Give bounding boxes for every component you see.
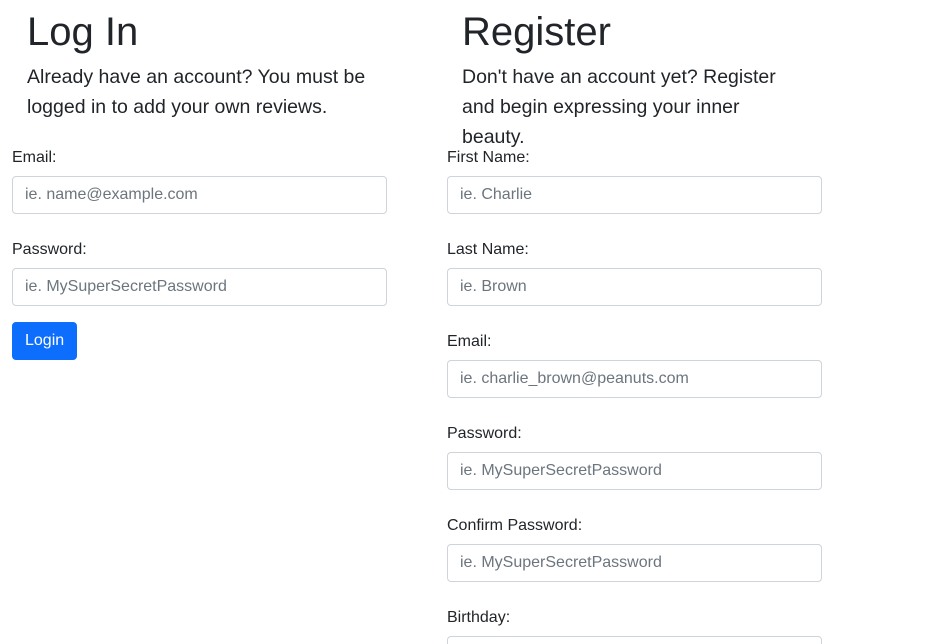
login-button[interactable]: Login [12, 322, 78, 360]
register-email-input[interactable] [447, 360, 822, 398]
register-first-name-label: First Name: [447, 149, 530, 166]
register-email-label: Email: [447, 333, 492, 350]
register-birthday-input[interactable] [447, 636, 822, 644]
login-password-input[interactable] [12, 268, 387, 306]
register-description: Don't have an account yet? Register and … [462, 66, 776, 148]
register-title: Register [462, 10, 611, 54]
register-password-label: Password: [447, 425, 522, 442]
register-confirm-password-label: Confirm Password: [447, 517, 583, 534]
login-password-label: Password: [12, 241, 87, 258]
register-last-name-label: Last Name: [447, 241, 529, 258]
login-description: Already have an account? You must be log… [27, 66, 366, 118]
register-password-input[interactable] [447, 452, 822, 490]
login-email-input[interactable] [12, 176, 387, 214]
register-birthday-label: Birthday: [447, 609, 511, 626]
register-confirm-password-input[interactable] [447, 544, 822, 582]
login-email-label: Email: [12, 149, 57, 166]
register-last-name-input[interactable] [447, 268, 822, 306]
register-first-name-input[interactable] [447, 176, 822, 214]
page: Log In Already have an account? You must… [0, 0, 931, 644]
login-title: Log In [27, 10, 139, 54]
